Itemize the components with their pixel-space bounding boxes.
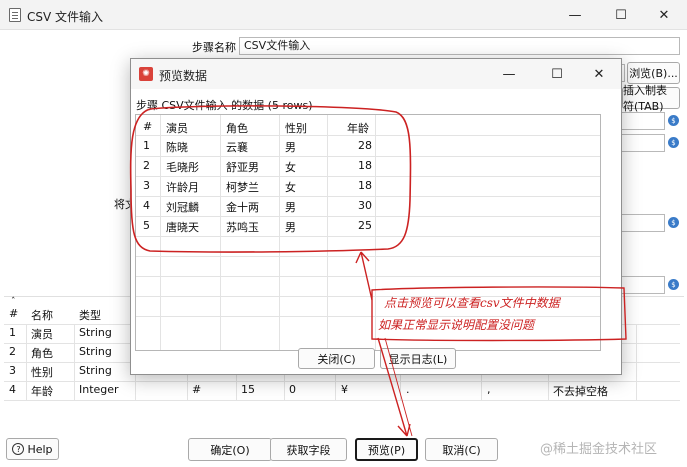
annotation-line-2: 如果正常显示说明配置没问题 — [378, 318, 535, 332]
annotation-line-1: 点击预览可以查看csv文件中数据 — [384, 296, 560, 310]
annotation-overlay — [129, 105, 627, 437]
arrow-to-table — [355, 251, 373, 301]
highlight-circle — [129, 105, 412, 253]
arrow-to-preview-button — [377, 337, 411, 437]
arrow-to-preview-button-shadow — [384, 337, 413, 437]
